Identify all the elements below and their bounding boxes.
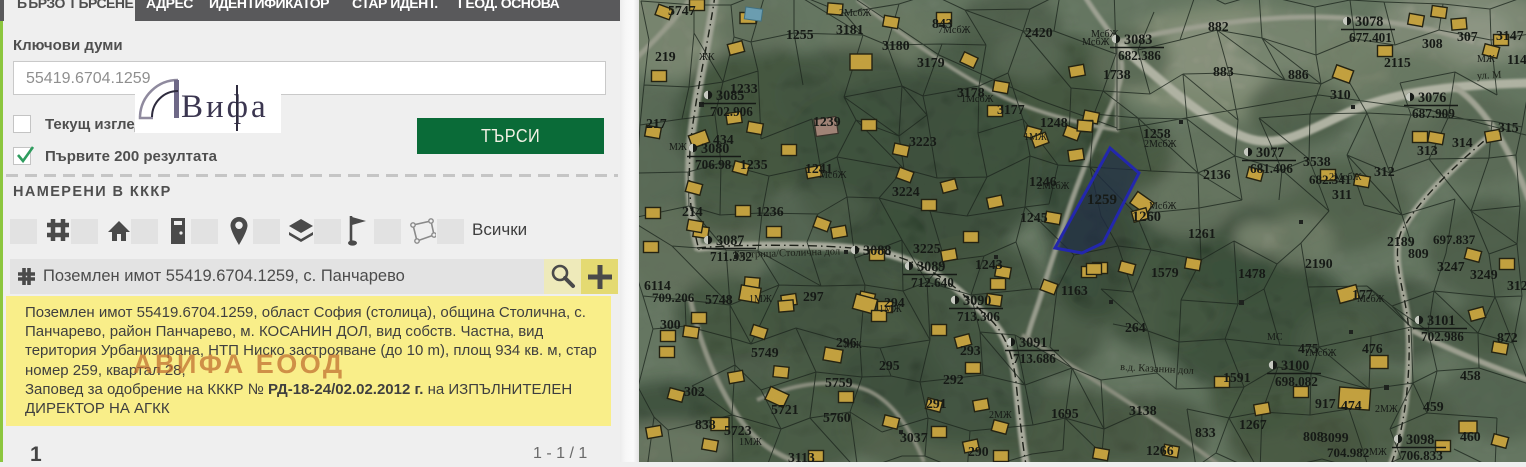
svg-text:Вифа: Вифа bbox=[181, 89, 269, 125]
